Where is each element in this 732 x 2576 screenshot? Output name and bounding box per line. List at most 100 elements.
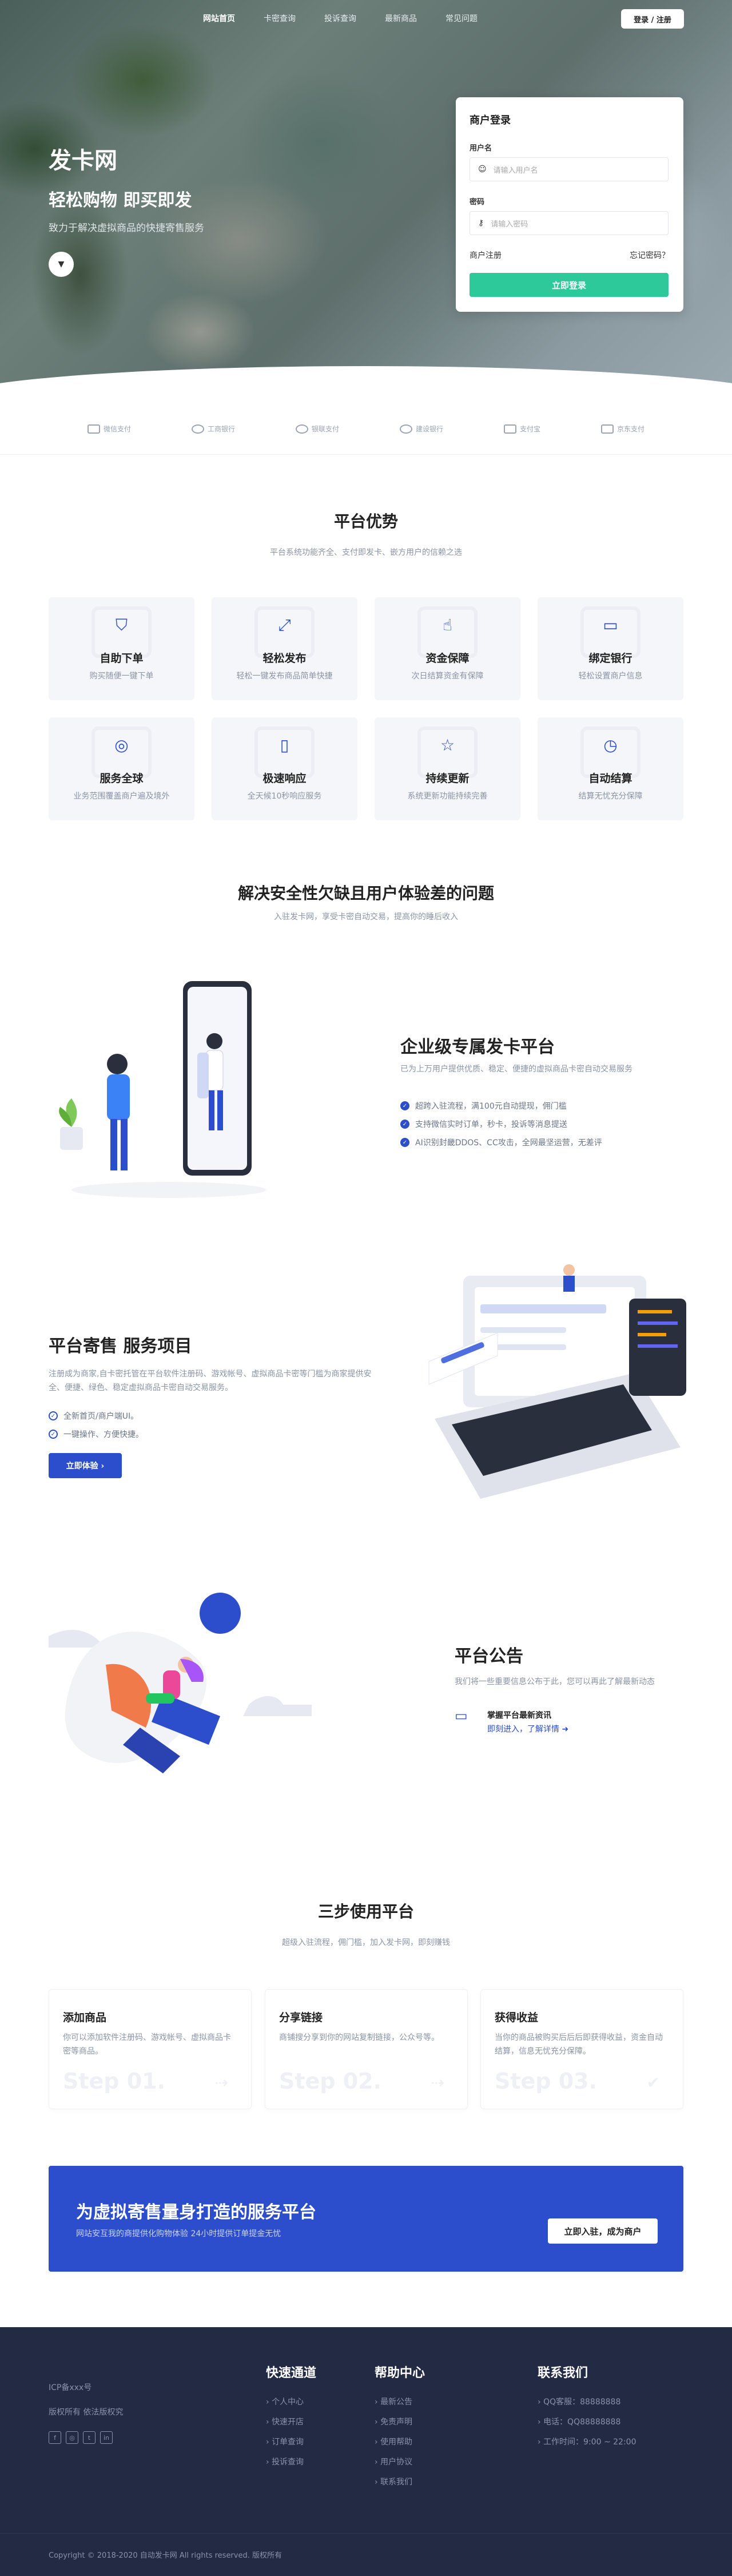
card-title: 服务全球 xyxy=(100,772,144,785)
check-icon: ✔ xyxy=(646,2073,660,2092)
instagram-icon[interactable]: ◎ xyxy=(66,2431,78,2444)
footer-link[interactable]: › 最新公告 xyxy=(375,2396,412,2407)
footer-divider xyxy=(0,2533,732,2534)
card-title: 自助下单 xyxy=(100,652,144,665)
footer-link[interactable]: › 投诉查询 xyxy=(266,2456,304,2467)
scroll-down-icon[interactable]: ▼ xyxy=(49,252,74,277)
problem-desc: 入驻发卡网，享受卡密自动交易，提高你的睡后收入 xyxy=(274,912,458,922)
card-title: 轻松发布 xyxy=(262,652,307,665)
enterprise-title: 企业级专属发卡平台 xyxy=(400,1037,555,1057)
hero-description: 致力于解决虚拟商品的快捷寄售服务 xyxy=(49,223,204,234)
footer-link[interactable]: › 个人中心 xyxy=(266,2396,304,2407)
enterprise-check: ✓ 支持微信实时订单，秒卡，投诉等消息提送 xyxy=(400,1118,567,1130)
laptop-illustration xyxy=(428,1264,686,1499)
nav-faq[interactable]: 常见问题 xyxy=(431,13,492,24)
forgot-password-link[interactable]: 忘记密码？ xyxy=(630,249,670,261)
footer-link[interactable]: › 免责声明 xyxy=(375,2416,412,2427)
advantage-card: ▭ 绑定银行 轻松设置商户信息 xyxy=(538,597,683,700)
globe-icon: ◎ xyxy=(114,736,129,755)
consign-check: ✓ 全新首页/商户端UI。 xyxy=(49,1410,138,1422)
card-desc: 系统更新功能持续完善 xyxy=(407,792,488,801)
chat-icon: ▭ xyxy=(455,1708,468,1724)
check-icon: ✓ xyxy=(400,1120,409,1129)
partner-unionpay: 银联支付 xyxy=(295,424,339,434)
nav-complaint-query[interactable]: 投诉查询 xyxy=(310,13,371,24)
try-now-button[interactable]: 立即体验 › xyxy=(49,1453,122,1478)
footer-link[interactable]: › 订单查询 xyxy=(266,2436,304,2447)
nav-card-query[interactable]: 卡密查询 xyxy=(249,13,310,24)
contact-phone: › 电话：QQ88888888 xyxy=(538,2418,621,2427)
cta-desc: 网站安互我的商提供化购物体验 24小时提供订单提金无忧 xyxy=(76,2229,281,2238)
step-desc: 当你的商品被购买后后后即获得收益，资金自动结算，信息无忧充分保障。 xyxy=(495,2033,663,2056)
merchant-login-box: 商户登录 用户名 ☺ 请输入用户名 密码 ⚷ 请输入密码 商户注册 忘记密码？ 立即… xyxy=(456,97,683,312)
notice-desc: 我们将一些重要信息公布于此，您可以再此了解最新动态 xyxy=(455,1677,655,1686)
advantage-cards: ⛉ 自助下单 购买随便一键下单 ⤢ 轻松发布 轻松一键发布商品简单快捷 ☝ 资金保障 次日结… xyxy=(49,597,683,820)
card-desc: 轻松一键发布商品简单快捷 xyxy=(236,672,333,681)
step-title: 分享链接 xyxy=(279,2011,323,2024)
password-input[interactable]: ⚷ 请输入密码 xyxy=(470,211,669,235)
arrow-icon: ⇢ xyxy=(431,2073,444,2092)
card-desc: 购买随便一键下单 xyxy=(89,672,154,681)
card-title: 自动结算 xyxy=(588,772,632,785)
main-nav: 网站首页 卡密查询 投诉查询 最新商品 常见问题 xyxy=(189,13,492,24)
advantage-card: ▯ 极速响应 全天候10秒响应服务 xyxy=(212,717,357,820)
become-merchant-button[interactable]: 立即入驻，成为商户 xyxy=(548,2218,658,2244)
enterprise-check: ✓ 超跨入驻流程，满100元自动提现，佣门槛 xyxy=(400,1100,567,1112)
step-number: Step 01. xyxy=(63,2069,166,2094)
bookmark-icon: ▯ xyxy=(280,736,289,755)
notice-item-link[interactable]: 即刻进入，了解详情 ➜ xyxy=(487,1723,568,1734)
card-desc: 全天候10秒响应服务 xyxy=(247,792,322,801)
footer: ICP备xxx号 版权所有 依法版权究 f ◎ t in 快速通道 › 个人中心… xyxy=(0,2327,732,2576)
username-input[interactable]: ☺ 请输入用户名 xyxy=(470,157,669,181)
nav-home[interactable]: 网站首页 xyxy=(189,13,249,24)
card-title: 资金保障 xyxy=(425,652,470,665)
check-icon: ✓ xyxy=(49,1411,58,1420)
advantages-desc: 平台系统功能齐全、支付即发卡、嵌方用户的信赖之选 xyxy=(270,548,462,557)
login-register-button[interactable]: 登录 / 注册 xyxy=(621,9,684,29)
key-icon: ⚷ xyxy=(478,219,484,228)
check-icon: ✓ xyxy=(400,1101,409,1110)
twitter-icon[interactable]: t xyxy=(83,2431,96,2444)
card-desc: 次日结算资金有保障 xyxy=(411,672,484,681)
advantage-card: ⤢ 轻松发布 轻松一键发布商品简单快捷 xyxy=(212,597,357,700)
username-label: 用户名 xyxy=(470,144,492,153)
footer-link[interactable]: › 快速开店 xyxy=(266,2416,304,2427)
step-desc: 商铺搜分享到你的网站复制链接，公众号等。 xyxy=(279,2033,439,2042)
card-title: 绑定银行 xyxy=(588,652,632,665)
facebook-icon[interactable]: f xyxy=(49,2431,61,2444)
partner-ccb: 建设银行 xyxy=(399,424,443,434)
step-title: 添加商品 xyxy=(63,2011,107,2024)
card-icon: ▭ xyxy=(603,616,618,634)
enterprise-illustration xyxy=(59,981,266,1198)
merchant-register-link[interactable]: 商户注册 xyxy=(470,249,502,261)
linkedin-icon[interactable]: in xyxy=(100,2431,113,2444)
footer-link[interactable]: › 联系我们 xyxy=(375,2476,412,2487)
advantage-card: ◎ 服务全球 业务范围覆盖商户遍及境外 xyxy=(49,717,194,820)
step-title: 获得收益 xyxy=(495,2011,539,2024)
clock-icon: ◷ xyxy=(603,736,618,755)
partner-icbc: 工商银行 xyxy=(191,424,235,434)
step-number: Step 03. xyxy=(495,2069,598,2094)
card-desc: 结算无忧充分保障 xyxy=(578,792,643,801)
cta-title: 为虚拟寄售量身打造的服务平台 xyxy=(76,2202,316,2222)
check-icon: ✓ xyxy=(49,1430,58,1439)
nav-latest-products[interactable]: 最新商品 xyxy=(371,13,431,24)
rocket-illustration xyxy=(49,1593,312,1773)
icp-text: ICP备xxx号 xyxy=(49,2383,92,2392)
check-icon: ✓ xyxy=(400,1138,409,1147)
star-icon: ☆ xyxy=(440,736,455,755)
step-desc: 你可以添加软件注册码、游戏帐号、虚拟商品卡密等商品。 xyxy=(63,2033,231,2056)
footer-link[interactable]: › 使用帮助 xyxy=(375,2436,412,2447)
user-icon: ☺ xyxy=(478,165,487,174)
advantage-card: ☝ 资金保障 次日结算资金有保障 xyxy=(375,597,520,700)
rights-text: 版权所有 依法版权究 xyxy=(49,2408,124,2417)
partner-alipay: 支付宝 xyxy=(503,424,540,434)
step-number: Step 02. xyxy=(279,2069,382,2094)
cta-banner: 为虚拟寄售量身打造的服务平台 网站安互我的商提供化购物体验 24小时提供订单提金… xyxy=(49,2166,683,2272)
steps-title: 三步使用平台 xyxy=(317,1902,414,1921)
footer-link[interactable]: › 用户协议 xyxy=(375,2456,412,2467)
card-title: 持续更新 xyxy=(425,772,470,785)
partner-jd-pay: 京东支付 xyxy=(600,424,645,434)
login-submit-button[interactable]: 立即登录 xyxy=(470,273,669,297)
arrow-icon: ⇢ xyxy=(214,2073,228,2092)
